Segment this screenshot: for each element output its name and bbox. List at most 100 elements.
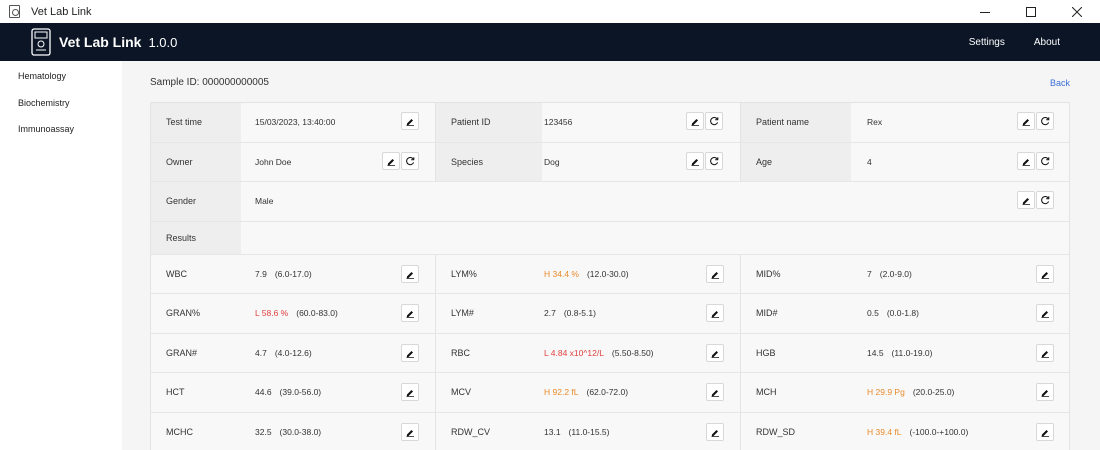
result-value-cell: 0.5 (0.0-1.8) — [867, 294, 919, 333]
reset-species-button[interactable] — [705, 151, 723, 170]
result-actions — [1036, 383, 1054, 401]
edit-icon — [406, 390, 414, 397]
window-title: Vet Lab Link — [31, 5, 92, 18]
result-range: (5.50-8.50) — [611, 347, 654, 358]
edit-icon — [1041, 429, 1049, 437]
owner-value: John Doe — [255, 156, 292, 167]
result-name: MID# — [756, 308, 778, 319]
age-value: 4 — [867, 156, 872, 167]
edit-mchc-button[interactable] — [401, 422, 419, 441]
result-value-cell: H 92.2 fL (62.0-72.0) — [544, 373, 628, 412]
gender-actions — [1017, 191, 1054, 209]
result-value-cell: 7 (2.0-9.0) — [867, 255, 912, 294]
edit-test-time-button[interactable] — [401, 112, 419, 130]
result-name: RDW_CV — [451, 426, 491, 437]
result-value: 14.5 — [867, 347, 884, 358]
reset-owner-button[interactable] — [401, 151, 419, 170]
result-actions — [706, 383, 724, 401]
result-range: (2.0-9.0) — [879, 268, 912, 279]
about-link[interactable]: About — [1034, 37, 1060, 48]
edit-icon — [711, 271, 719, 279]
edit-mch-button[interactable] — [1036, 383, 1054, 401]
edit-rdw-sd-button[interactable] — [1036, 422, 1054, 441]
result-row: HCT 44.6 (39.0-56.0) MCV H 92.2 fL (62.0-7… — [151, 373, 1069, 413]
sidebar-item-biochemistry[interactable]: Biochemistry — [0, 90, 122, 117]
result-range: (-100.0-+100.0) — [909, 426, 969, 437]
window-controls — [962, 0, 1100, 23]
edit-owner-button[interactable] — [382, 151, 400, 170]
result-name: RDW_SD — [756, 426, 796, 437]
reset-gender-button[interactable] — [1036, 191, 1054, 209]
result-value: H 29.9 Pg — [867, 387, 905, 398]
result-value: L 58.6 % — [255, 308, 289, 319]
age-label: Age — [741, 142, 851, 181]
edit-lym-num-button[interactable] — [706, 304, 724, 322]
result-value-cell: L 4.84 x10^12/L (5.50-8.50) — [544, 334, 654, 373]
edit-icon — [691, 119, 699, 126]
gender-value: Male — [255, 196, 274, 207]
result-value-cell: H 29.9 Pg (20.0-25.0) — [867, 373, 954, 412]
close-icon — [1072, 6, 1082, 17]
result-name: MCV — [451, 387, 471, 398]
result-value: 2.7 — [544, 308, 556, 319]
result-actions — [401, 383, 419, 401]
edit-species-button[interactable] — [686, 151, 704, 170]
minimize-icon — [980, 11, 990, 13]
reset-icon — [1041, 156, 1050, 165]
patient-name-actions — [1017, 112, 1054, 130]
edit-gran-pct-button[interactable] — [401, 304, 419, 322]
edit-patient-id-button[interactable] — [686, 112, 704, 130]
result-value-cell: 2.7 (0.8-5.1) — [544, 294, 596, 333]
reset-patient-id-button[interactable] — [705, 112, 723, 130]
edit-gender-button[interactable] — [1017, 191, 1035, 209]
reset-icon — [710, 156, 719, 165]
edit-wbc-button[interactable] — [401, 264, 419, 283]
back-link[interactable]: Back — [1050, 78, 1070, 88]
edit-patient-name-button[interactable] — [1017, 112, 1035, 130]
result-value-cell: 44.6 (39.0-56.0) — [255, 373, 321, 412]
result-actions — [1036, 304, 1054, 322]
app-version: 1.0.0 — [148, 34, 178, 50]
result-value-cell: L 58.6 % (60.0-83.0) — [255, 294, 338, 333]
patient-name-value: Rex — [867, 117, 883, 128]
sidebar-item-hematology[interactable]: Hematology — [0, 63, 122, 90]
results-label: Results — [151, 221, 241, 254]
edit-icon — [1041, 311, 1049, 318]
result-row: GRAN# 4.7 (4.0-12.6) RBC L 4.84 x10^12/L (… — [151, 333, 1069, 373]
sidebar: Hematology Biochemistry Immunoassay — [0, 61, 122, 450]
result-name: HGB — [756, 347, 776, 358]
minimize-button[interactable] — [962, 0, 1008, 23]
brand-name: Vet Lab Link — [59, 34, 142, 50]
edit-gran-num-button[interactable] — [401, 343, 419, 362]
edit-hct-button[interactable] — [401, 383, 419, 401]
result-actions — [1036, 264, 1054, 283]
maximize-button[interactable] — [1008, 0, 1054, 23]
sidebar-item-immunoassay[interactable]: Immunoassay — [0, 116, 122, 143]
edit-hgb-button[interactable] — [1036, 343, 1054, 362]
close-window-button[interactable] — [1054, 0, 1100, 23]
result-value-cell: 4.7 (4.0-12.6) — [255, 334, 312, 373]
edit-rdw-cv-button[interactable] — [706, 422, 724, 441]
patient-name-label: Patient name — [741, 103, 851, 142]
result-value-cell: 13.1 (11.0-15.5) — [544, 413, 610, 450]
owner-label: Owner — [151, 142, 241, 181]
edit-mid-num-button[interactable] — [1036, 304, 1054, 322]
edit-mcv-button[interactable] — [706, 383, 724, 401]
result-value: H 92.2 fL — [544, 387, 579, 398]
edit-mid-pct-button[interactable] — [1036, 264, 1054, 283]
result-value: 0.5 — [867, 308, 879, 319]
edit-icon — [1041, 271, 1049, 279]
result-range: (60.0-83.0) — [296, 308, 338, 319]
edit-rbc-button[interactable] — [706, 343, 724, 362]
reset-icon — [1041, 117, 1050, 126]
result-range: (0.0-1.8) — [886, 308, 919, 319]
edit-lym-pct-button[interactable] — [706, 264, 724, 283]
reset-age-button[interactable] — [1036, 151, 1054, 170]
edit-age-button[interactable] — [1017, 151, 1035, 170]
result-name: HCT — [166, 387, 185, 398]
settings-link[interactable]: Settings — [969, 37, 1005, 48]
result-actions — [401, 264, 419, 283]
reset-patient-name-button[interactable] — [1036, 112, 1054, 130]
result-actions — [1036, 422, 1054, 441]
result-row: GRAN% L 58.6 % (60.0-83.0) LYM# 2.7 (0.8-5… — [151, 294, 1069, 334]
